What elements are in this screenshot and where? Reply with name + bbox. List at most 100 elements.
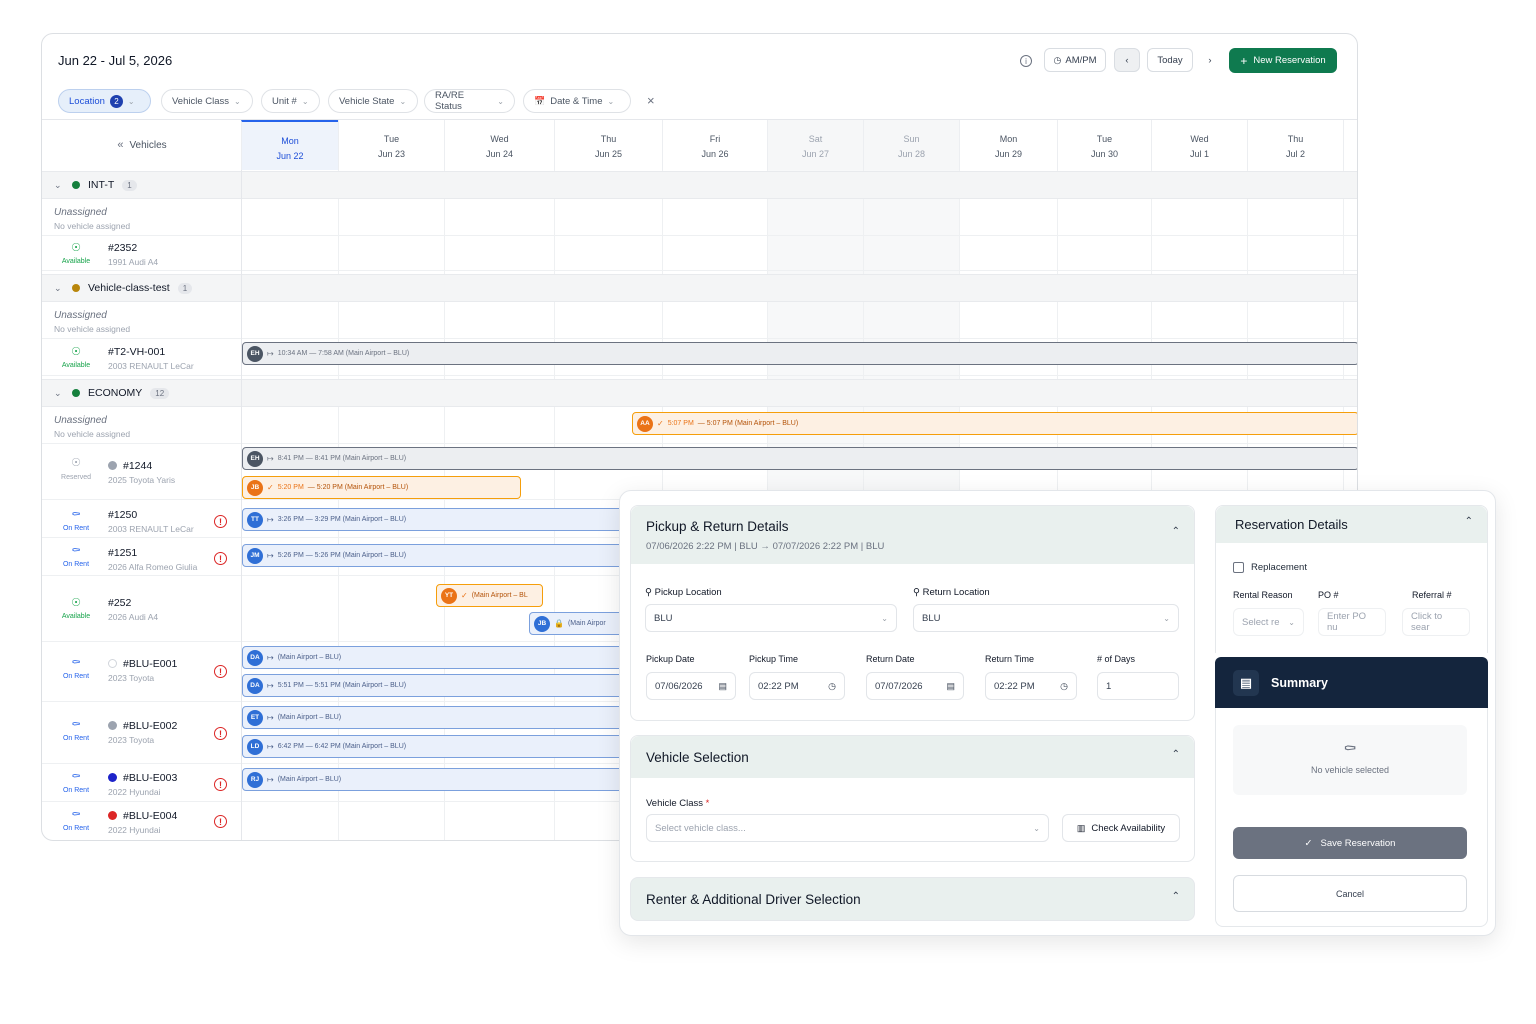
check-circle-icon: ✓ [657,419,664,428]
clear-filters-icon[interactable]: × [647,93,655,108]
vehicle-id: #BLU-E003 [123,772,178,784]
filter-date-time[interactable]: 📅 Date & Time ⌄ [523,89,631,113]
filter-unit[interactable]: Unit # ⌄ [261,89,320,113]
booking-bar[interactable]: RJ ↦ (Main Airport – BLU) [242,768,642,791]
warning-icon[interactable]: ! [214,515,227,528]
save-reservation-button[interactable]: ✓ Save Reservation [1233,827,1467,859]
vehicles-column-header[interactable]: « Vehicles [42,120,242,170]
booking-bar[interactable]: EH ↦ 8:41 PM — 8:41 PM (Main Airport – B… [242,447,1357,470]
days-value: 1 [1106,680,1112,692]
unassigned-title: Unassigned [54,207,107,218]
new-reservation-label: New Reservation [1253,55,1326,66]
checkbox-box[interactable] [1233,562,1244,573]
checkin-icon: ↦ [267,515,274,524]
booking-bar[interactable]: DA ↦ 5:51 PM — 5:51 PM (Main Airport – B… [242,674,642,697]
unassigned-row: Unassigned No vehicle assigned [42,303,1357,339]
prev-button[interactable]: ‹ [1114,48,1140,72]
replacement-checkbox[interactable]: Replacement [1233,562,1307,573]
chevron-down-icon: ⌄ [607,96,615,106]
group-name: INT-T [88,179,115,191]
vehicle-color-dot [108,773,117,782]
warning-icon[interactable]: ! [214,815,227,828]
pickup-return-section: Pickup & Return Details 07/06/2026 2:22 … [630,505,1195,721]
vehicle-model: 1991 Audi A4 [108,257,159,267]
filter-rare-status[interactable]: RA/RE Status ⌄ [424,89,515,113]
vehicle-status: Available [61,613,91,620]
warning-icon[interactable]: ! [214,552,227,565]
vehicle-row[interactable]: ☉ Available #2352 1991 Audi A4 [42,236,1357,271]
booking-bar[interactable]: LD ↦ 6:42 PM — 6:42 PM (Main Airport – B… [242,735,642,758]
booking-bar[interactable]: TT ↦ 3:26 PM — 3:29 PM (Main Airport – B… [242,508,642,531]
return-time-label: Return Time [985,654,1035,664]
check-availability-button[interactable]: ▥ Check Availability [1062,814,1180,842]
booking-bar[interactable]: ET ↦ (Main Airport – BLU) [242,706,642,729]
chevron-up-icon[interactable]: ⌃ [1172,526,1180,537]
group-row-economy[interactable]: ⌄ ECONOMY 12 [42,379,1357,407]
pickup-location-label: Pickup Location [654,587,722,598]
chevron-up-icon[interactable]: ⌃ [1172,891,1180,902]
info-button[interactable]: i [1015,49,1037,73]
day-header-0: Mon Jun 22 [241,120,338,170]
vehicle-color-dot [108,659,117,668]
booking-bar[interactable]: EH ↦ 10:34 AM — 7:58 AM (Main Airport – … [242,342,1357,365]
booking-bar[interactable]: DA ↦ (Main Airport – BLU) [242,646,642,669]
return-location-select[interactable]: BLU ⌄ [913,604,1179,632]
return-time-input[interactable]: 02:22 PM ◷ [985,672,1077,700]
checkin-icon: ↦ [267,349,274,358]
booking-bar[interactable]: YT ✓ (Main Airport – BL [436,584,543,607]
po-label: PO # [1318,590,1339,600]
unassigned-row: Unassigned No vehicle assigned [42,200,1357,236]
warning-icon[interactable]: ! [214,778,227,791]
warning-icon[interactable]: ! [214,727,227,740]
pickup-return-summary: 07/06/2026 2:22 PM | BLU → 07/07/2026 2:… [646,541,885,552]
vehicle-id: #BLU-E002 [123,720,178,732]
checkin-icon: ↦ [267,653,274,662]
chevron-down-icon: ⌄ [54,387,62,398]
pickup-location-select[interactable]: BLU ⌄ [645,604,897,632]
unassigned-title: Unassigned [54,415,107,426]
return-date-input[interactable]: 07/07/2026 ▤ [866,672,964,700]
chevron-up-icon[interactable]: ⌃ [1465,516,1473,527]
vehicle-class-select[interactable]: Select vehicle class... ⌄ [646,814,1049,842]
ampm-toggle[interactable]: ◷ AM/PM [1044,48,1106,72]
booking-time: 5:07 PM [667,420,694,427]
chevron-up-icon[interactable]: ⌃ [1172,749,1180,760]
group-row-vehicle-class-test[interactable]: ⌄ Vehicle-class-test 1 [42,274,1357,302]
booking-bar[interactable]: AA ✓ 5:07 PM — 5:07 PM (Main Airport – B… [632,412,1357,435]
group-row-int-t[interactable]: ⌄ INT-T 1 [42,171,1357,199]
car-icon: ⚰ [71,771,81,783]
renter-section[interactable]: Renter & Additional Driver Selection ⌃ [630,877,1195,921]
rental-reason-select[interactable]: Select re ⌄ [1233,608,1304,636]
day-header-2: Wed Jun 24 [444,120,554,170]
days-input[interactable]: 1 [1097,672,1179,700]
new-reservation-button[interactable]: + New Reservation [1229,48,1337,73]
vehicle-model: 2022 Hyundai [108,825,161,835]
chevron-right-icon: › [1208,54,1212,66]
vehicle-model: 2026 Alfa Romeo Giulia [108,562,198,572]
booking-bar[interactable]: JM ↦ 5:26 PM — 5:26 PM (Main Airport – B… [242,544,642,567]
pickup-return-header[interactable]: Pickup & Return Details 07/06/2026 2:22 … [631,506,1194,564]
pickup-date-input[interactable]: 07/06/2026 ▤ [646,672,736,700]
po-input[interactable]: Enter PO nu [1318,608,1386,636]
reservation-details-header[interactable]: Reservation Details ⌃ [1216,506,1487,543]
filter-location[interactable]: Location 2 ⌄ [58,89,151,113]
warning-icon[interactable]: ! [214,665,227,678]
days-label: # of Days [1097,654,1136,664]
check-availability-label: Check Availability [1091,822,1166,834]
vehicle-selection-header[interactable]: Vehicle Selection ⌃ [631,736,1194,778]
filter-vehicle-class[interactable]: Vehicle Class ⌄ [161,89,253,113]
filter-rare-status-label: RA/RE Status [435,90,465,112]
vehicle-id: #BLU-E004 [123,810,178,822]
today-button[interactable]: Today [1147,48,1193,72]
pickup-time-input[interactable]: 02:22 PM ◷ [749,672,845,700]
booking-time: 5:20 PM [277,484,304,491]
cancel-button[interactable]: Cancel [1233,875,1467,912]
save-reservation-label: Save Reservation [1320,837,1396,849]
filter-vehicle-state[interactable]: Vehicle State ⌄ [328,89,418,113]
next-button[interactable]: › [1199,48,1221,72]
day-header-11 [1343,120,1357,170]
chevron-down-icon: ⌄ [127,96,135,106]
booking-bar[interactable]: JB ✓ 5:20 PM — 5:20 PM (Main Airport – B… [242,476,521,499]
unassigned-subtitle: No vehicle assigned [54,324,131,334]
referral-input[interactable]: Click to sear [1402,608,1470,636]
